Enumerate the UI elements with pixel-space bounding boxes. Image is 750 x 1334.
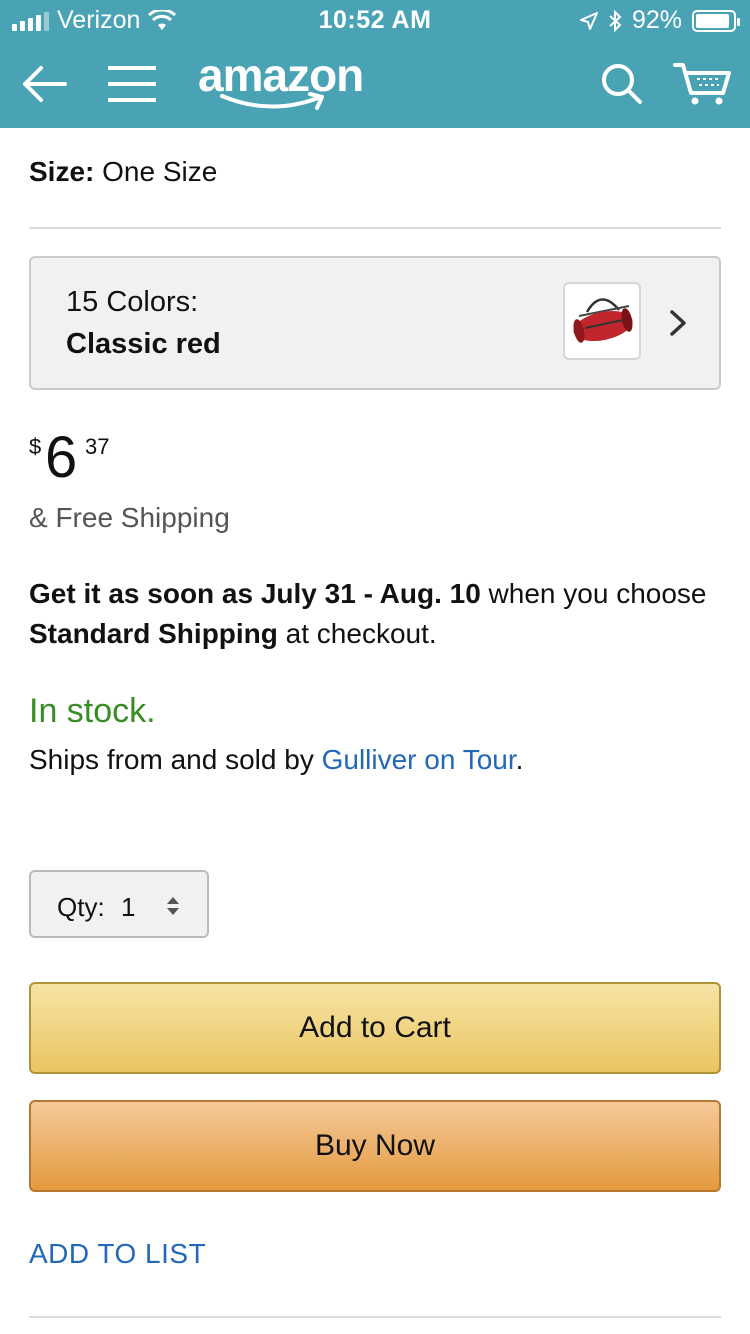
delivery-mid-text: when you choose [480, 578, 707, 609]
menu-button[interactable] [100, 40, 164, 128]
up-down-arrows-icon [167, 897, 179, 915]
price-fraction: 37 [85, 434, 110, 459]
shipping-method: Standard Shipping [29, 618, 278, 649]
delivery-dates: Get it as soon as July 31 - Aug. 10 [29, 578, 481, 609]
battery-icon [692, 9, 740, 32]
divider [29, 1316, 721, 1318]
size-label: Size: [29, 156, 95, 187]
seller-info: Ships from and sold by Gulliver on Tour. [29, 744, 523, 776]
buy-now-button[interactable]: Buy Now [29, 1100, 721, 1192]
status-bar-right: 92% [579, 6, 740, 35]
price-whole: 6 [45, 425, 78, 490]
quantity-value: 1 [121, 892, 136, 922]
search-icon [602, 64, 642, 104]
bluetooth-icon [609, 9, 622, 32]
duffel-bag-image [573, 298, 633, 343]
battery-percent: 92% [631, 6, 682, 34]
stock-status: In stock. [29, 692, 156, 730]
cart-button[interactable] [668, 40, 738, 128]
status-bar: Verizon 10:52 AM 92% [0, 0, 750, 40]
size-value: One Size [102, 156, 218, 187]
amazon-smile-icon [220, 92, 324, 110]
size-row: Size: One Size [29, 156, 217, 188]
hamburger-menu-icon [108, 66, 156, 102]
colors-count: 15 Colors: [66, 286, 199, 318]
color-swatch-thumbnail [563, 282, 641, 360]
ships-prefix: Ships from and sold by [29, 744, 322, 775]
seller-link[interactable]: Gulliver on Tour [322, 744, 516, 775]
delivery-message: Get it as soon as July 31 - Aug. 10 when… [29, 574, 719, 654]
quantity-selector[interactable]: Qty: 1 [29, 870, 209, 938]
back-button[interactable] [12, 40, 76, 128]
quantity-label: Qty: [57, 892, 105, 922]
ships-suffix: . [515, 744, 524, 775]
top-nav-bar: amazon [0, 40, 750, 128]
search-button[interactable] [590, 40, 654, 128]
chevron-right-icon [670, 310, 686, 336]
add-to-cart-button[interactable]: Add to Cart [29, 982, 721, 1074]
delivery-end-text: at checkout. [277, 618, 437, 649]
amazon-logo[interactable]: amazon [198, 48, 378, 118]
color-selector[interactable]: 15 Colors: Classic red [29, 256, 721, 390]
add-to-list-link[interactable]: ADD TO LIST [29, 1238, 206, 1270]
price-currency: $ [29, 434, 42, 459]
divider [29, 227, 721, 229]
back-arrow-icon [23, 66, 67, 102]
location-icon [579, 11, 598, 30]
cart-icon [673, 63, 731, 105]
selected-color: Classic red [66, 328, 221, 360]
free-shipping: & Free Shipping [29, 502, 230, 533]
